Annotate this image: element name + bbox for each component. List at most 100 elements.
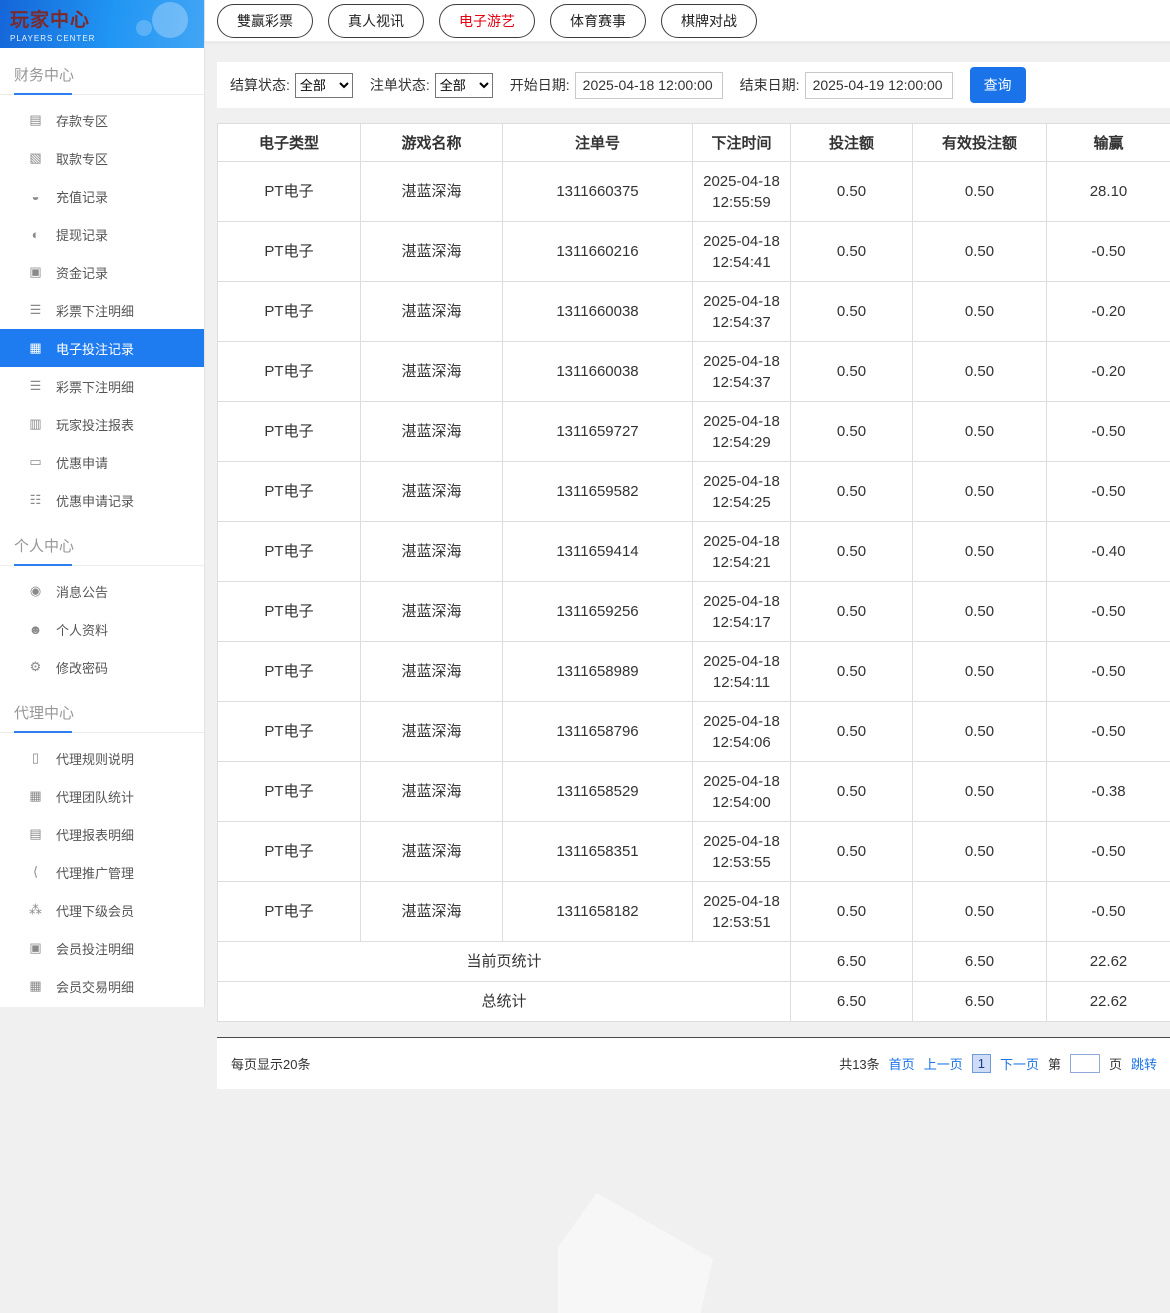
messages-icon: ◉ [28,583,43,599]
sidebar-item-label: 代理下级会员 [56,901,134,920]
bet-records-table-wrap: 电子类型游戏名称注单号下注时间投注额有效投注额输赢 PT电子湛蓝深海131166… [217,123,1170,1022]
game-category-tabs: 雙赢彩票真人视讯电子游艺体育赛事棋牌对战 [205,0,1170,42]
sidebar-item-agent-members[interactable]: ⁂ 代理下级会员 [0,891,204,929]
sidebar-item-promo-apply-records[interactable]: ☷优惠申请记录 [0,481,204,519]
per-page-text: 每页显示20条 [231,1054,310,1073]
next-page-link[interactable]: 下一页 [1000,1054,1039,1073]
sidebar-item-profile[interactable]: ☻个人资料 [0,610,204,648]
summary-bet: 6.50 [791,982,913,1022]
cell-order-id: 1311660038 [503,342,693,402]
sidebar-item-agent-promotion[interactable]: ⟨代理推广管理 [0,853,204,891]
sidebar-item-label: 彩票下注明细 [56,377,134,396]
sidebar-item-lottery-bet-details[interactable]: ☰彩票下注明细 [0,291,204,329]
sidebar-item-lottery-bet-details-2[interactable]: ☰ 彩票下注明细 [0,367,204,405]
page-suffix-label: 页 [1109,1054,1122,1073]
table-row: PT电子湛蓝深海13116597272025-04-1812:54:290.50… [218,402,1170,462]
cell-bet: 0.50 [791,822,913,882]
cell-type: PT电子 [218,162,361,222]
sidebar-item-member-transactions[interactable]: ▦会员交易明细 [0,967,204,1005]
sidebar-item-withdraw-records[interactable]: ◐提现记录 [0,215,204,253]
start-date-label: 开始日期: [510,75,570,95]
profile-icon: ☻ [28,622,43,637]
sidebar-item-withdraw-zone[interactable]: ▧取款专区 [0,139,204,177]
cell-valid-bet: 0.50 [913,702,1047,762]
cell-bet: 0.50 [791,462,913,522]
app-subtitle: PLAYERS CENTER [10,34,204,43]
lottery-bet-details-2-icon: ☰ [28,378,43,394]
sidebar-nav: 财务中心 ▤存款专区▧取款专区◒充值记录◐提现记录▣资金记录 ☰ 彩票下注明细 ▦电子投… [0,48,204,1005]
cell-game: 湛蓝深海 [361,522,503,582]
cell-win-loss: -0.20 [1047,342,1170,402]
cell-bet: 0.50 [791,642,913,702]
settle-status-select[interactable]: 全部 [295,73,353,98]
summary-valid-bet: 6.50 [913,982,1047,1022]
tab-electronic-games[interactable]: 电子游艺 [439,4,535,38]
sidebar-item-agent-rules[interactable]: ▯代理规则说明 [0,739,204,777]
sidebar-item-label: 代理团队统计 [56,787,134,806]
sidebar-item-messages[interactable]: ◉ 消息公告 [0,572,204,610]
order-status-select[interactable]: 全部 [435,73,493,98]
cell-bet-time: 2025-04-1812:53:55 [693,822,791,882]
table-row: PT电子湛蓝深海13116602162025-04-1812:54:410.50… [218,222,1170,282]
cell-order-id: 1311658529 [503,762,693,822]
prev-page-link[interactable]: 上一页 [924,1054,963,1073]
column-header: 下注时间 [693,124,791,162]
sidebar-item-change-password[interactable]: ⚙修改密码 [0,648,204,686]
tab-board-games[interactable]: 棋牌对战 [661,4,757,38]
cell-valid-bet: 0.50 [913,222,1047,282]
current-page-indicator[interactable]: 1 [972,1054,991,1073]
column-header: 电子类型 [218,124,361,162]
cell-win-loss: -0.50 [1047,822,1170,882]
sidebar-item-electronic-bet-records[interactable]: ▦电子投注记录 [0,329,204,367]
cell-game: 湛蓝深海 [361,762,503,822]
end-date-input[interactable] [805,72,953,99]
sidebar-item-promo-apply[interactable]: ▭优惠申请 [0,443,204,481]
cell-valid-bet: 0.50 [913,882,1047,942]
cell-type: PT电子 [218,282,361,342]
sidebar-item-player-bet-report[interactable]: ▥玩家投注报表 [0,405,204,443]
withdraw-records-icon: ◐ [28,227,43,242]
start-date-input[interactable] [575,72,723,99]
sidebar-item-recharge-records[interactable]: ◒充值记录 [0,177,204,215]
sidebar-item-fund-records[interactable]: ▣资金记录 [0,253,204,291]
column-header: 有效投注额 [913,124,1047,162]
cell-bet: 0.50 [791,582,913,642]
cell-game: 湛蓝深海 [361,282,503,342]
first-page-link[interactable]: 首页 [889,1054,915,1073]
tab-sports[interactable]: 体育赛事 [550,4,646,38]
main-content: 雙赢彩票真人视讯电子游艺体育赛事棋牌对战 结算状态: 全部 注单状态: 全部 开… [205,0,1170,1285]
tab-lottery[interactable]: 雙赢彩票 [217,4,313,38]
table-row: PT电子湛蓝深海13116600382025-04-1812:54:370.50… [218,342,1170,402]
table-row: PT电子湛蓝深海13116594142025-04-1812:54:210.50… [218,522,1170,582]
cell-bet-time: 2025-04-1812:54:37 [693,342,791,402]
sidebar-item-agent-team-stats[interactable]: ▦代理团队统计 [0,777,204,815]
agent-promotion-icon: ⟨ [28,864,43,880]
cell-game: 湛蓝深海 [361,462,503,522]
cell-game: 湛蓝深海 [361,222,503,282]
sidebar-item-member-bet-details[interactable]: ▣会员投注明细 [0,929,204,967]
table-row: PT电子湛蓝深海13116592562025-04-1812:54:170.50… [218,582,1170,642]
tab-live-video[interactable]: 真人视讯 [328,4,424,38]
total-count: 共13条 [839,1054,879,1073]
section-title: 财务中心 [0,48,204,95]
cell-bet-time: 2025-04-1812:54:25 [693,462,791,522]
cell-bet: 0.50 [791,282,913,342]
agent-members-icon: ⁂ [28,902,43,918]
sidebar-item-deposit-zone[interactable]: ▤存款专区 [0,101,204,139]
cell-order-id: 1311659414 [503,522,693,582]
filter-bar: 结算状态: 全部 注单状态: 全部 开始日期: 结束日期: 查询 [217,62,1170,108]
cell-bet: 0.50 [791,702,913,762]
summary-row: 总统计6.506.5022.62 [218,982,1170,1022]
page-jump-input[interactable] [1070,1054,1100,1073]
cell-order-id: 1311658989 [503,642,693,702]
cell-game: 湛蓝深海 [361,402,503,462]
sidebar-item-agent-report-details[interactable]: ▤代理报表明细 [0,815,204,853]
jump-link[interactable]: 跳转 [1131,1054,1157,1073]
app-title: 玩家中心 [10,5,204,32]
sidebar-item-label: 消息公告 [56,582,108,601]
table-row: PT电子湛蓝深海13116587962025-04-1812:54:060.50… [218,702,1170,762]
agent-report-details-icon: ▤ [28,826,43,842]
query-button[interactable]: 查询 [970,67,1026,103]
electronic-bet-records-icon: ▦ [28,340,43,356]
cell-bet-time: 2025-04-1812:54:37 [693,282,791,342]
